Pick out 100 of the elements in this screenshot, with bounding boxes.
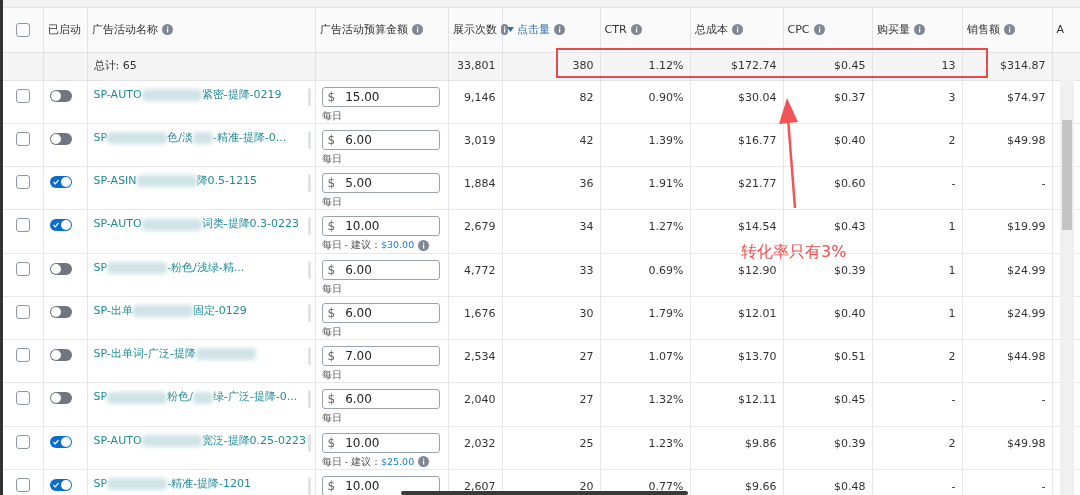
checkbox[interactable]: [16, 391, 30, 406]
info-icon[interactable]: [411, 24, 423, 36]
table-cell: 1: [872, 253, 962, 297]
column-header[interactable]: 广告活动名称: [91, 21, 158, 38]
budget-input-field[interactable]: $ 6.00: [321, 302, 440, 323]
campaign-name-link[interactable]: SP-AUTO: [93, 432, 142, 449]
column-header[interactable]: 广告活动预算金额: [319, 21, 408, 38]
table-cell: 2,032: [448, 426, 502, 470]
horizontal-scrollbar-thumb[interactable]: [401, 491, 688, 495]
toggle-switch[interactable]: [49, 262, 72, 275]
info-icon[interactable]: [1003, 24, 1015, 36]
column-header[interactable]: 点击量: [516, 21, 550, 38]
info-icon[interactable]: [500, 24, 508, 36]
campaign-name-link[interactable]: SP-ASIN: [93, 173, 137, 190]
column-header[interactable]: A: [1056, 21, 1065, 38]
budget-period-text: 每日 - 建议：: [321, 238, 381, 253]
info-icon[interactable]: [731, 24, 743, 36]
toggle-switch[interactable]: [49, 349, 72, 361]
campaign-name-link[interactable]: SP: [93, 259, 108, 276]
vertical-scrollbar[interactable]: [1060, 80, 1074, 495]
budget-input-field[interactable]: $ 6.00: [321, 259, 440, 280]
campaign-name-link[interactable]: SP: [93, 129, 108, 147]
table-cell: -: [872, 166, 962, 210]
budget-input-field[interactable]: $ 15.00: [321, 86, 440, 107]
checkbox[interactable]: [16, 88, 30, 103]
campaign-name-link[interactable]: 宽泛-提降0.25-0223: [201, 432, 306, 449]
checkbox[interactable]: [16, 304, 30, 319]
checkbox[interactable]: [16, 131, 30, 146]
resize-handle[interactable]: [307, 174, 311, 192]
campaign-name-link[interactable]: 固定-0129: [192, 302, 247, 320]
checkbox[interactable]: [16, 348, 30, 362]
column-header[interactable]: 展示次数: [452, 21, 497, 38]
table-cell: $0.39: [783, 426, 872, 470]
toggle-switch[interactable]: [49, 392, 72, 405]
column-header[interactable]: 购买量: [876, 21, 910, 38]
suggested-budget-link[interactable]: $30.00: [380, 238, 415, 253]
campaign-name-link[interactable]: -精准-提降-0...: [212, 129, 287, 147]
budget-input-field[interactable]: $ 10.00: [321, 432, 440, 453]
toggle-switch[interactable]: [49, 435, 72, 448]
resize-handle[interactable]: [307, 217, 311, 236]
campaign-name-link[interactable]: SP-出单词-广泛-提降: [93, 346, 196, 363]
info-icon[interactable]: [630, 24, 642, 36]
toggle-switch[interactable]: [49, 132, 72, 145]
currency-symbol: $: [327, 261, 336, 279]
scrollbar-thumb[interactable]: [1062, 120, 1072, 230]
resize-handle[interactable]: [307, 260, 311, 279]
info-icon[interactable]: [553, 24, 565, 36]
resize-handle[interactable]: [307, 476, 311, 495]
resize-handle[interactable]: [307, 347, 311, 365]
toggle-switch[interactable]: [49, 176, 72, 188]
column-header[interactable]: 已启动: [47, 21, 81, 38]
resize-handle[interactable]: [307, 130, 311, 149]
budget-input-field[interactable]: $ 7.00: [321, 346, 440, 366]
campaign-name-link[interactable]: 降0.5-1215: [196, 173, 258, 190]
checkbox[interactable]: [16, 218, 30, 233]
sort-caret-icon[interactable]: [506, 27, 514, 33]
column-header[interactable]: CPC: [787, 21, 810, 38]
checkbox[interactable]: [16, 434, 30, 449]
campaign-name-link[interactable]: SP-出单: [93, 302, 133, 320]
toggle-switch[interactable]: [49, 478, 72, 491]
suggested-budget-link[interactable]: $25.00: [380, 454, 415, 469]
checkbox[interactable]: [16, 22, 30, 37]
info-icon[interactable]: [418, 456, 430, 468]
budget-period-text: 每日: [321, 324, 342, 339]
campaign-name-link[interactable]: SP: [93, 389, 108, 406]
budget-input-field[interactable]: $ 6.00: [321, 389, 440, 410]
resize-handle[interactable]: [307, 303, 311, 322]
info-icon[interactable]: [913, 24, 925, 36]
info-icon[interactable]: [161, 24, 173, 36]
campaign-name-link[interactable]: -粉色/浅绿-精...: [167, 259, 245, 276]
info-icon[interactable]: [418, 239, 430, 251]
checkbox[interactable]: [16, 261, 30, 276]
campaign-name-link[interactable]: SP-AUTO: [93, 86, 142, 103]
checkbox[interactable]: [16, 175, 30, 189]
campaign-name-link[interactable]: SP-AUTO: [93, 216, 142, 233]
budget-period-text: 每日: [321, 368, 342, 382]
column-header[interactable]: 销售额: [966, 21, 1000, 38]
checkbox[interactable]: [16, 477, 30, 492]
resize-handle[interactable]: [307, 390, 311, 409]
budget-input-field[interactable]: $ 6.00: [321, 129, 440, 150]
info-icon[interactable]: [813, 24, 825, 36]
budget-input-field[interactable]: $ 10.00: [321, 216, 440, 237]
budget-input-field[interactable]: $ 5.00: [321, 173, 440, 193]
resize-handle[interactable]: [307, 87, 311, 106]
check-icon: [52, 179, 59, 185]
resize-handle[interactable]: [307, 433, 311, 452]
column-header[interactable]: 总成本: [694, 21, 728, 38]
table-cell: 30: [502, 296, 600, 340]
campaign-name-link[interactable]: 绿-广泛-提降-0...: [212, 389, 298, 406]
campaign-name-link[interactable]: SP: [93, 475, 108, 493]
check-icon: [52, 222, 59, 229]
campaign-name-link[interactable]: 紧密-提降-0219: [201, 86, 282, 103]
campaign-name-link[interactable]: 词类-提降0.3-0223: [201, 216, 299, 233]
toggle-switch[interactable]: [49, 219, 72, 232]
campaign-name-link[interactable]: -精准-提降-1201: [167, 475, 252, 493]
campaign-name-link[interactable]: 粉色/: [167, 389, 193, 406]
toggle-switch[interactable]: [49, 305, 72, 318]
campaign-name-link[interactable]: 色/淡: [167, 129, 193, 147]
toggle-switch[interactable]: [49, 89, 72, 102]
column-header[interactable]: CTR: [604, 21, 627, 38]
